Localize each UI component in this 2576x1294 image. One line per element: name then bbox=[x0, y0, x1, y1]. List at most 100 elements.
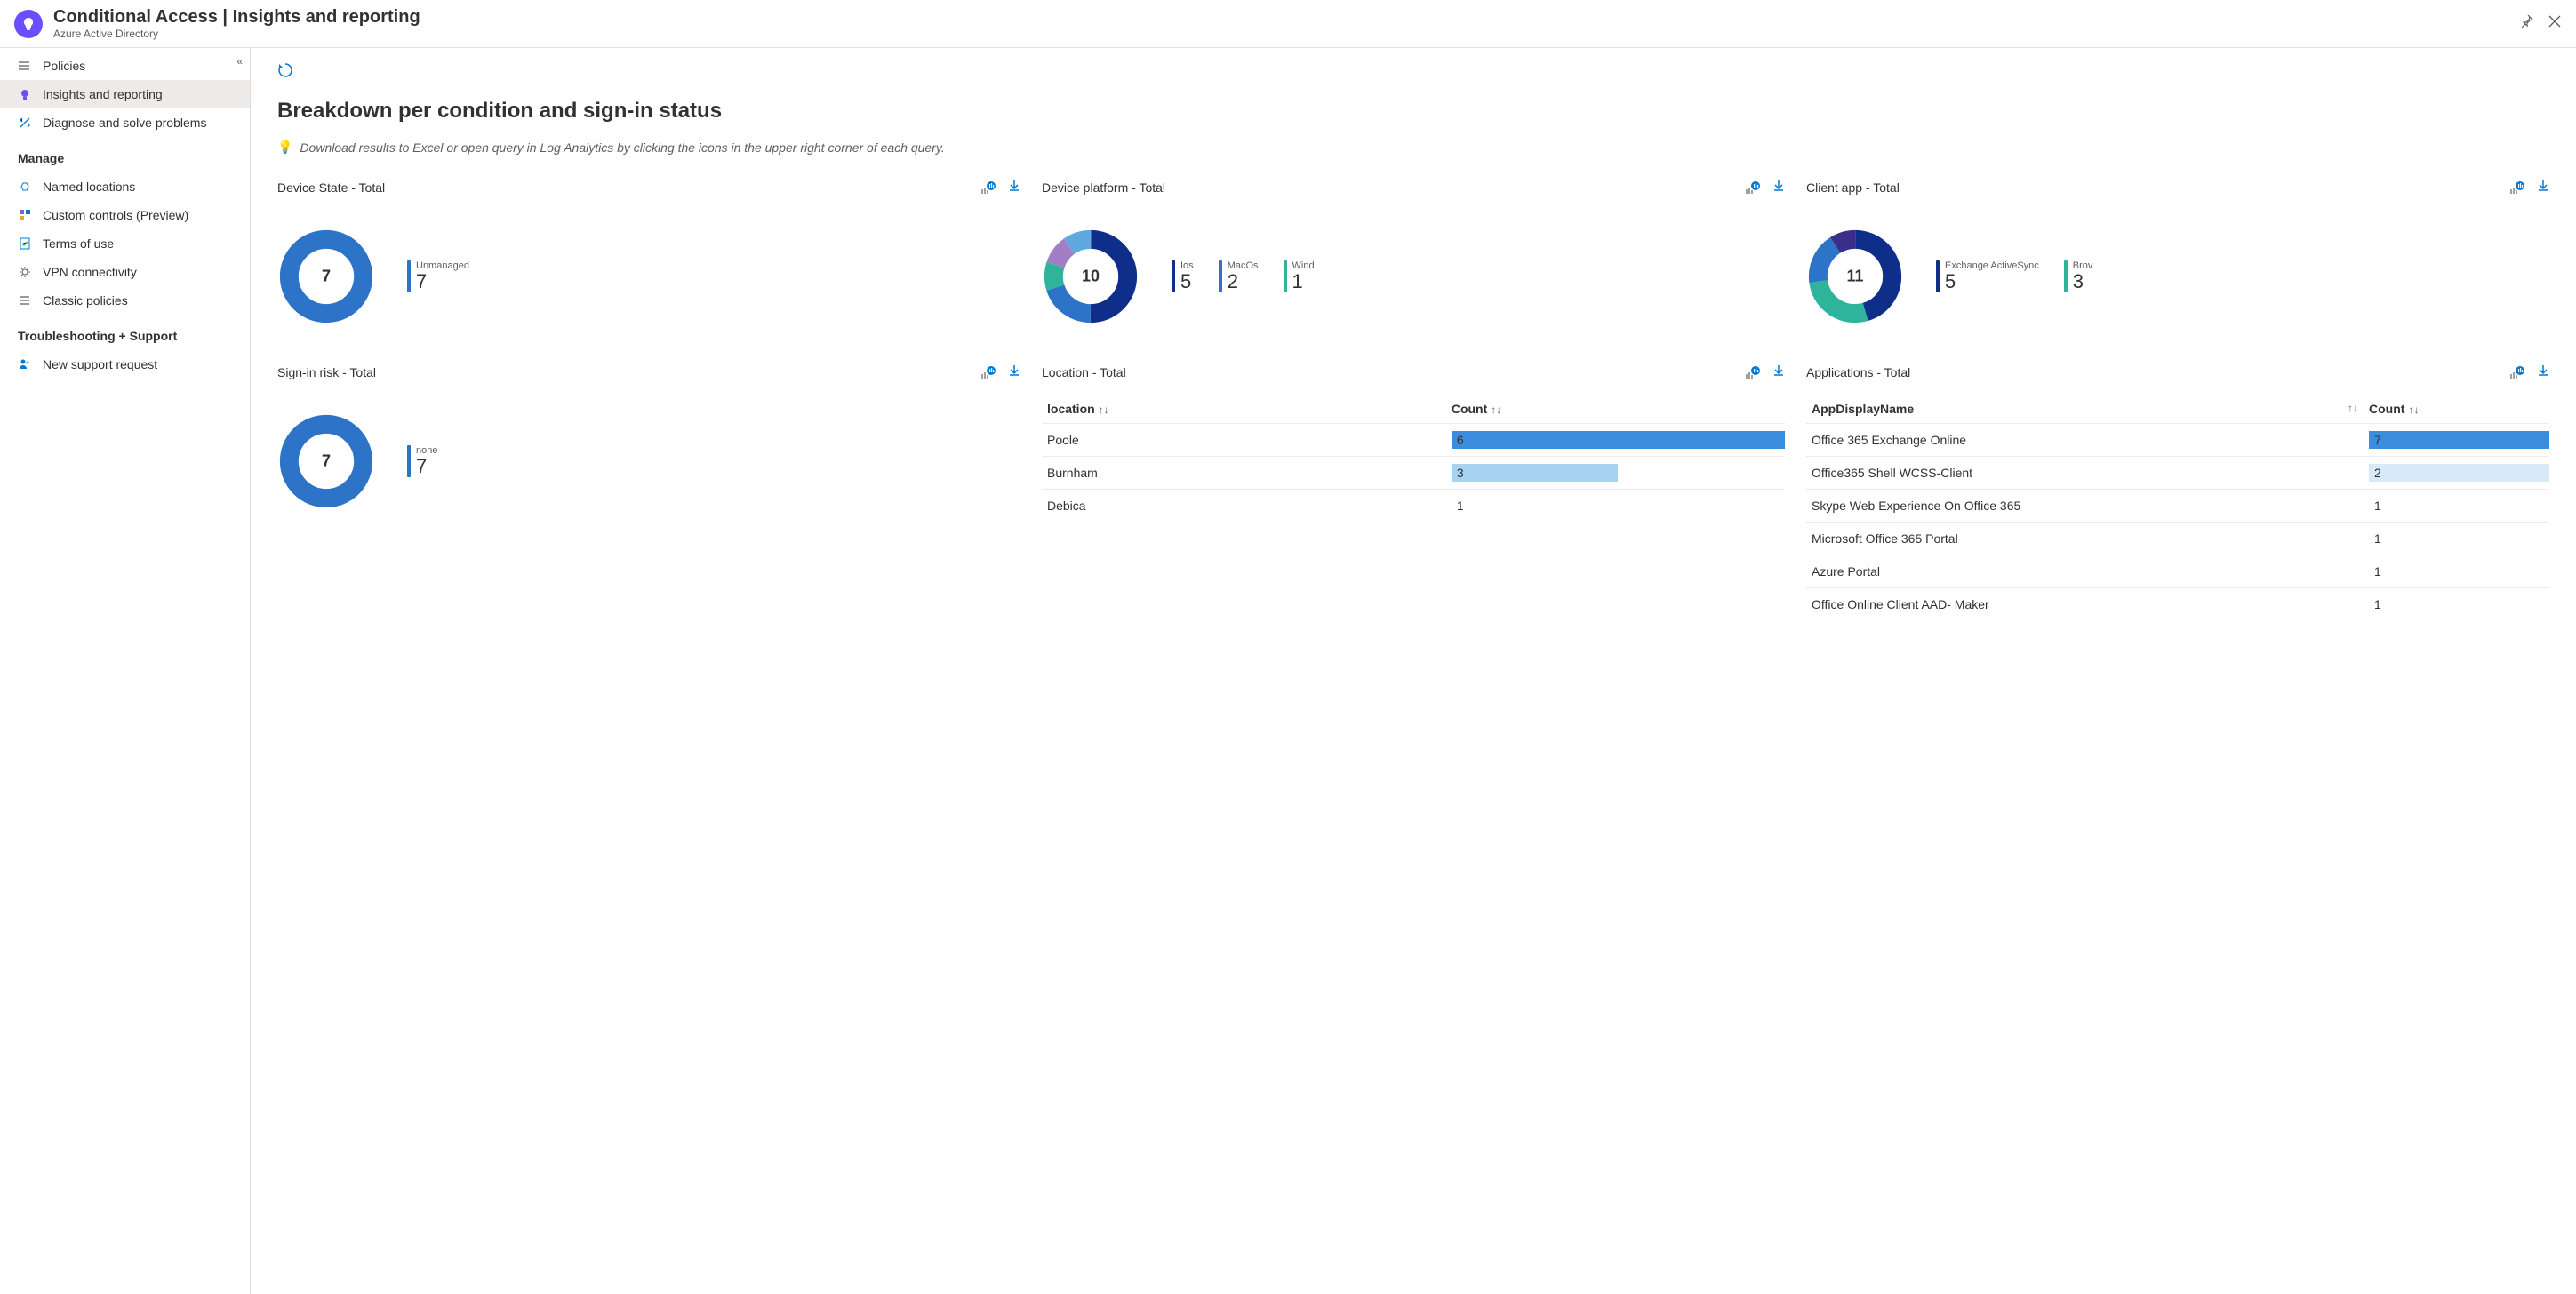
donut-chart: 7 bbox=[277, 412, 375, 510]
nav-insights[interactable]: Insights and reporting bbox=[0, 80, 250, 108]
card-title: Sign-in risk - Total bbox=[277, 365, 376, 379]
card-title: Device State - Total bbox=[277, 180, 385, 195]
sort-icon: ↑↓ bbox=[2408, 403, 2419, 416]
donut-total: 11 bbox=[1846, 268, 1863, 286]
location-table: location↑↓ Count↑↓ Poole6Burnham3Debica1 bbox=[1042, 395, 1785, 522]
analytics-icon[interactable] bbox=[981, 180, 996, 196]
download-icon[interactable] bbox=[1008, 364, 1020, 380]
col-app[interactable]: AppDisplayName↑↓ bbox=[1806, 395, 2364, 424]
table-row[interactable]: Burnham3 bbox=[1042, 457, 1785, 490]
support-icon bbox=[18, 357, 32, 371]
col-count[interactable]: Count↑↓ bbox=[2364, 395, 2549, 424]
legend-item: Exchange ActiveSync5 bbox=[1936, 260, 2039, 292]
donut-total: 7 bbox=[322, 268, 331, 286]
donut-total: 10 bbox=[1082, 268, 1100, 286]
page-title: Conditional Access | Insights and report… bbox=[53, 7, 2519, 28]
page-header: Conditional Access | Insights and report… bbox=[0, 0, 2576, 48]
controls-icon bbox=[18, 208, 32, 222]
table-row[interactable]: Office365 Shell WCSS-Client2 bbox=[1806, 457, 2549, 490]
legend-item: Unmanaged7 bbox=[407, 260, 469, 292]
analytics-icon[interactable] bbox=[1746, 364, 1760, 380]
col-count[interactable]: Count↑↓ bbox=[1446, 395, 1785, 424]
gear-icon bbox=[18, 265, 32, 279]
sort-icon: ↑↓ bbox=[1491, 403, 1501, 416]
table-row[interactable]: Microsoft Office 365 Portal1 bbox=[1806, 523, 2549, 555]
card-client-app: Client app - Total 11 Exchange ActiveSyn… bbox=[1806, 180, 2549, 343]
nav-label: Policies bbox=[43, 59, 85, 73]
download-icon[interactable] bbox=[1772, 364, 1785, 380]
section-title: Breakdown per condition and sign-in stat… bbox=[277, 99, 2549, 124]
card-title: Applications - Total bbox=[1806, 365, 1910, 379]
pin-icon[interactable] bbox=[2519, 14, 2533, 33]
card-device-platform: Device platform - Total 10 Ios5 MacOs2 Win… bbox=[1042, 180, 1785, 343]
nav-label: Custom controls (Preview) bbox=[43, 208, 188, 222]
card-device-state: Device State - Total 7 Unmanaged7 bbox=[277, 180, 1020, 343]
applications-table: AppDisplayName↑↓ Count↑↓ Office 365 Exch… bbox=[1806, 395, 2549, 620]
analytics-icon[interactable] bbox=[981, 364, 996, 380]
card-title: Device platform - Total bbox=[1042, 180, 1165, 195]
card-location: Location - Total location↑↓ Count↑↓ Pool… bbox=[1042, 364, 1785, 620]
sidebar: « Policies Insights and reporting Diagno… bbox=[0, 48, 251, 1294]
table-row[interactable]: Azure Portal1 bbox=[1806, 555, 2549, 588]
table-row[interactable]: Office Online Client AAD- Maker1 bbox=[1806, 588, 2549, 621]
donut-chart: 7 bbox=[277, 228, 375, 325]
analytics-icon[interactable] bbox=[2510, 180, 2524, 196]
nav-label: VPN connectivity bbox=[43, 265, 137, 279]
section-troubleshoot: Troubleshooting + Support bbox=[0, 315, 250, 350]
nav-diagnose[interactable]: Diagnose and solve problems bbox=[0, 108, 250, 137]
card-applications: Applications - Total AppDisplayName↑↓ Co… bbox=[1806, 364, 2549, 620]
page-subtitle: Azure Active Directory bbox=[53, 28, 2519, 40]
analytics-icon[interactable] bbox=[2510, 364, 2524, 380]
legend-item: Wind1 bbox=[1284, 260, 1315, 292]
table-row[interactable]: Skype Web Experience On Office 3651 bbox=[1806, 490, 2549, 523]
col-location[interactable]: location↑↓ bbox=[1042, 395, 1446, 424]
card-title: Client app - Total bbox=[1806, 180, 1900, 195]
table-row[interactable]: Debica1 bbox=[1042, 490, 1785, 523]
nav-support[interactable]: New support request bbox=[0, 350, 250, 379]
close-icon[interactable] bbox=[2548, 14, 2562, 33]
donut-chart: 11 bbox=[1806, 228, 1904, 325]
legend-item: MacOs2 bbox=[1219, 260, 1259, 292]
nav-label: New support request bbox=[43, 357, 157, 371]
nav-label: Diagnose and solve problems bbox=[43, 116, 206, 130]
bulb-icon bbox=[18, 87, 32, 101]
nav-vpn[interactable]: VPN connectivity bbox=[0, 258, 250, 286]
card-title: Location - Total bbox=[1042, 365, 1126, 379]
hint-text: 💡 Download results to Excel or open quer… bbox=[277, 140, 2549, 155]
list-icon bbox=[18, 293, 32, 308]
analytics-icon[interactable] bbox=[1746, 180, 1760, 196]
bulb-hint-icon: 💡 bbox=[277, 140, 292, 155]
list-icon bbox=[18, 59, 32, 73]
tools-icon bbox=[18, 116, 32, 130]
download-icon[interactable] bbox=[2537, 180, 2549, 196]
download-icon[interactable] bbox=[2537, 364, 2549, 380]
sort-icon: ↑↓ bbox=[1099, 403, 1109, 416]
nav-label: Terms of use bbox=[43, 236, 114, 251]
donut-total: 7 bbox=[322, 452, 331, 471]
legend-item: none7 bbox=[407, 445, 437, 477]
legend-item: Brov3 bbox=[2064, 260, 2093, 292]
table-row[interactable]: Poole6 bbox=[1042, 424, 1785, 457]
download-icon[interactable] bbox=[1772, 180, 1785, 196]
card-signin-risk: Sign-in risk - Total 7 none7 bbox=[277, 364, 1020, 620]
nav-named-locations[interactable]: Named locations bbox=[0, 172, 250, 201]
nav-label: Classic policies bbox=[43, 293, 128, 308]
main-content: Breakdown per condition and sign-in stat… bbox=[251, 48, 2576, 1294]
location-icon bbox=[18, 180, 32, 194]
legend-item: Ios5 bbox=[1172, 260, 1194, 292]
nav-policies[interactable]: Policies bbox=[0, 52, 250, 80]
download-icon[interactable] bbox=[1008, 180, 1020, 196]
nav-label: Insights and reporting bbox=[43, 87, 163, 101]
refresh-icon[interactable] bbox=[277, 62, 295, 80]
nav-terms[interactable]: Terms of use bbox=[0, 229, 250, 258]
nav-classic[interactable]: Classic policies bbox=[0, 286, 250, 315]
nav-label: Named locations bbox=[43, 180, 135, 194]
sort-icon: ↑↓ bbox=[2348, 402, 2358, 414]
table-row[interactable]: Office 365 Exchange Online7 bbox=[1806, 424, 2549, 457]
donut-chart: 10 bbox=[1042, 228, 1140, 325]
lightbulb-icon bbox=[14, 10, 43, 38]
collapse-icon[interactable]: « bbox=[236, 55, 243, 68]
nav-custom-controls[interactable]: Custom controls (Preview) bbox=[0, 201, 250, 229]
section-manage: Manage bbox=[0, 137, 250, 172]
terms-icon bbox=[18, 236, 32, 251]
